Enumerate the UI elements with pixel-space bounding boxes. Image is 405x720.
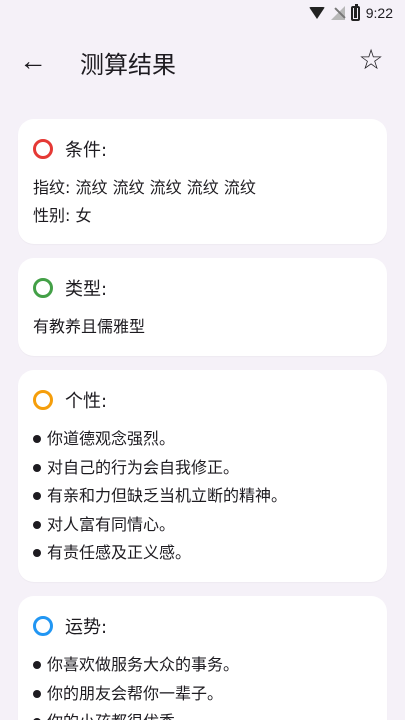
bullet-icon — [33, 689, 41, 698]
fortune-list: 你喜欢做服务大众的事务。 你的朋友会帮你一辈子。 你的小孩都很优秀。 — [33, 651, 372, 720]
list-item: 有亲和力但缺乏当机立断的精神。 — [33, 482, 372, 511]
fingerprint-text: 指纹: 流纹 流纹 流纹 流纹 流纹 — [33, 178, 256, 197]
personality-title: 个性: — [65, 391, 108, 412]
bullet-icon — [33, 463, 41, 472]
list-item: 你道德观念强烈。 — [33, 425, 372, 454]
results-content[interactable]: 条件: 指纹: 流纹 流纹 流纹 流纹 流纹 性别: 女 类型: 有教养且儒雅型… — [0, 92, 405, 720]
status-icons: 9:22 — [308, 3, 393, 21]
green-circle-icon — [33, 278, 53, 298]
list-item: 你的小孩都很优秀。 — [33, 708, 372, 720]
bullet-icon — [33, 661, 41, 670]
app-bar: ← 测算结果 ☆ — [0, 30, 405, 92]
favorite-button[interactable]: ☆ — [355, 44, 387, 76]
orange-circle-icon — [33, 390, 53, 410]
page-title: 测算结果 — [80, 51, 176, 79]
battery-icon — [350, 3, 360, 21]
conditions-header: 条件: — [33, 134, 372, 164]
bullet-icon — [33, 435, 41, 444]
star-outline-icon: ☆ — [358, 44, 384, 75]
conditions-card: 条件: 指纹: 流纹 流纹 流纹 流纹 流纹 性别: 女 — [18, 119, 387, 244]
personality-header: 个性: — [33, 385, 372, 415]
bullet-icon — [33, 520, 41, 529]
status-bar: 9:22 — [0, 0, 405, 30]
type-header: 类型: — [33, 273, 372, 303]
gender-text: 性别: 女 — [33, 206, 92, 225]
bullet-icon — [33, 549, 41, 558]
bullet-icon — [33, 492, 41, 501]
list-item: 你喜欢做服务大众的事务。 — [33, 651, 372, 680]
conditions-title: 条件: — [65, 140, 108, 161]
list-item: 对自己的行为会自我修正。 — [33, 454, 372, 483]
fortune-header: 运势: — [33, 611, 372, 641]
type-card: 类型: 有教养且儒雅型 — [18, 258, 387, 356]
signal-off-icon — [330, 6, 345, 20]
type-text: 有教养且儒雅型 — [33, 317, 146, 336]
type-title: 类型: — [65, 279, 108, 300]
list-item: 你的朋友会帮你一辈子。 — [33, 680, 372, 709]
back-button[interactable]: ← — [18, 46, 48, 76]
wifi-icon — [308, 7, 325, 19]
fortune-card: 运势: 你喜欢做服务大众的事务。 你的朋友会帮你一辈子。 你的小孩都很优秀。 — [18, 596, 387, 720]
list-item: 对人富有同情心。 — [33, 511, 372, 540]
status-time: 9:22 — [365, 5, 393, 21]
list-item: 有责任感及正义感。 — [33, 539, 372, 568]
blue-circle-icon — [33, 616, 53, 636]
personality-card: 个性: 你道德观念强烈。 对自己的行为会自我修正。 有亲和力但缺乏当机立断的精神… — [18, 370, 387, 582]
red-circle-icon — [33, 139, 53, 159]
fortune-title: 运势: — [65, 617, 108, 638]
personality-list: 你道德观念强烈。 对自己的行为会自我修正。 有亲和力但缺乏当机立断的精神。 对人… — [33, 425, 372, 568]
arrow-left-icon: ← — [19, 45, 47, 76]
